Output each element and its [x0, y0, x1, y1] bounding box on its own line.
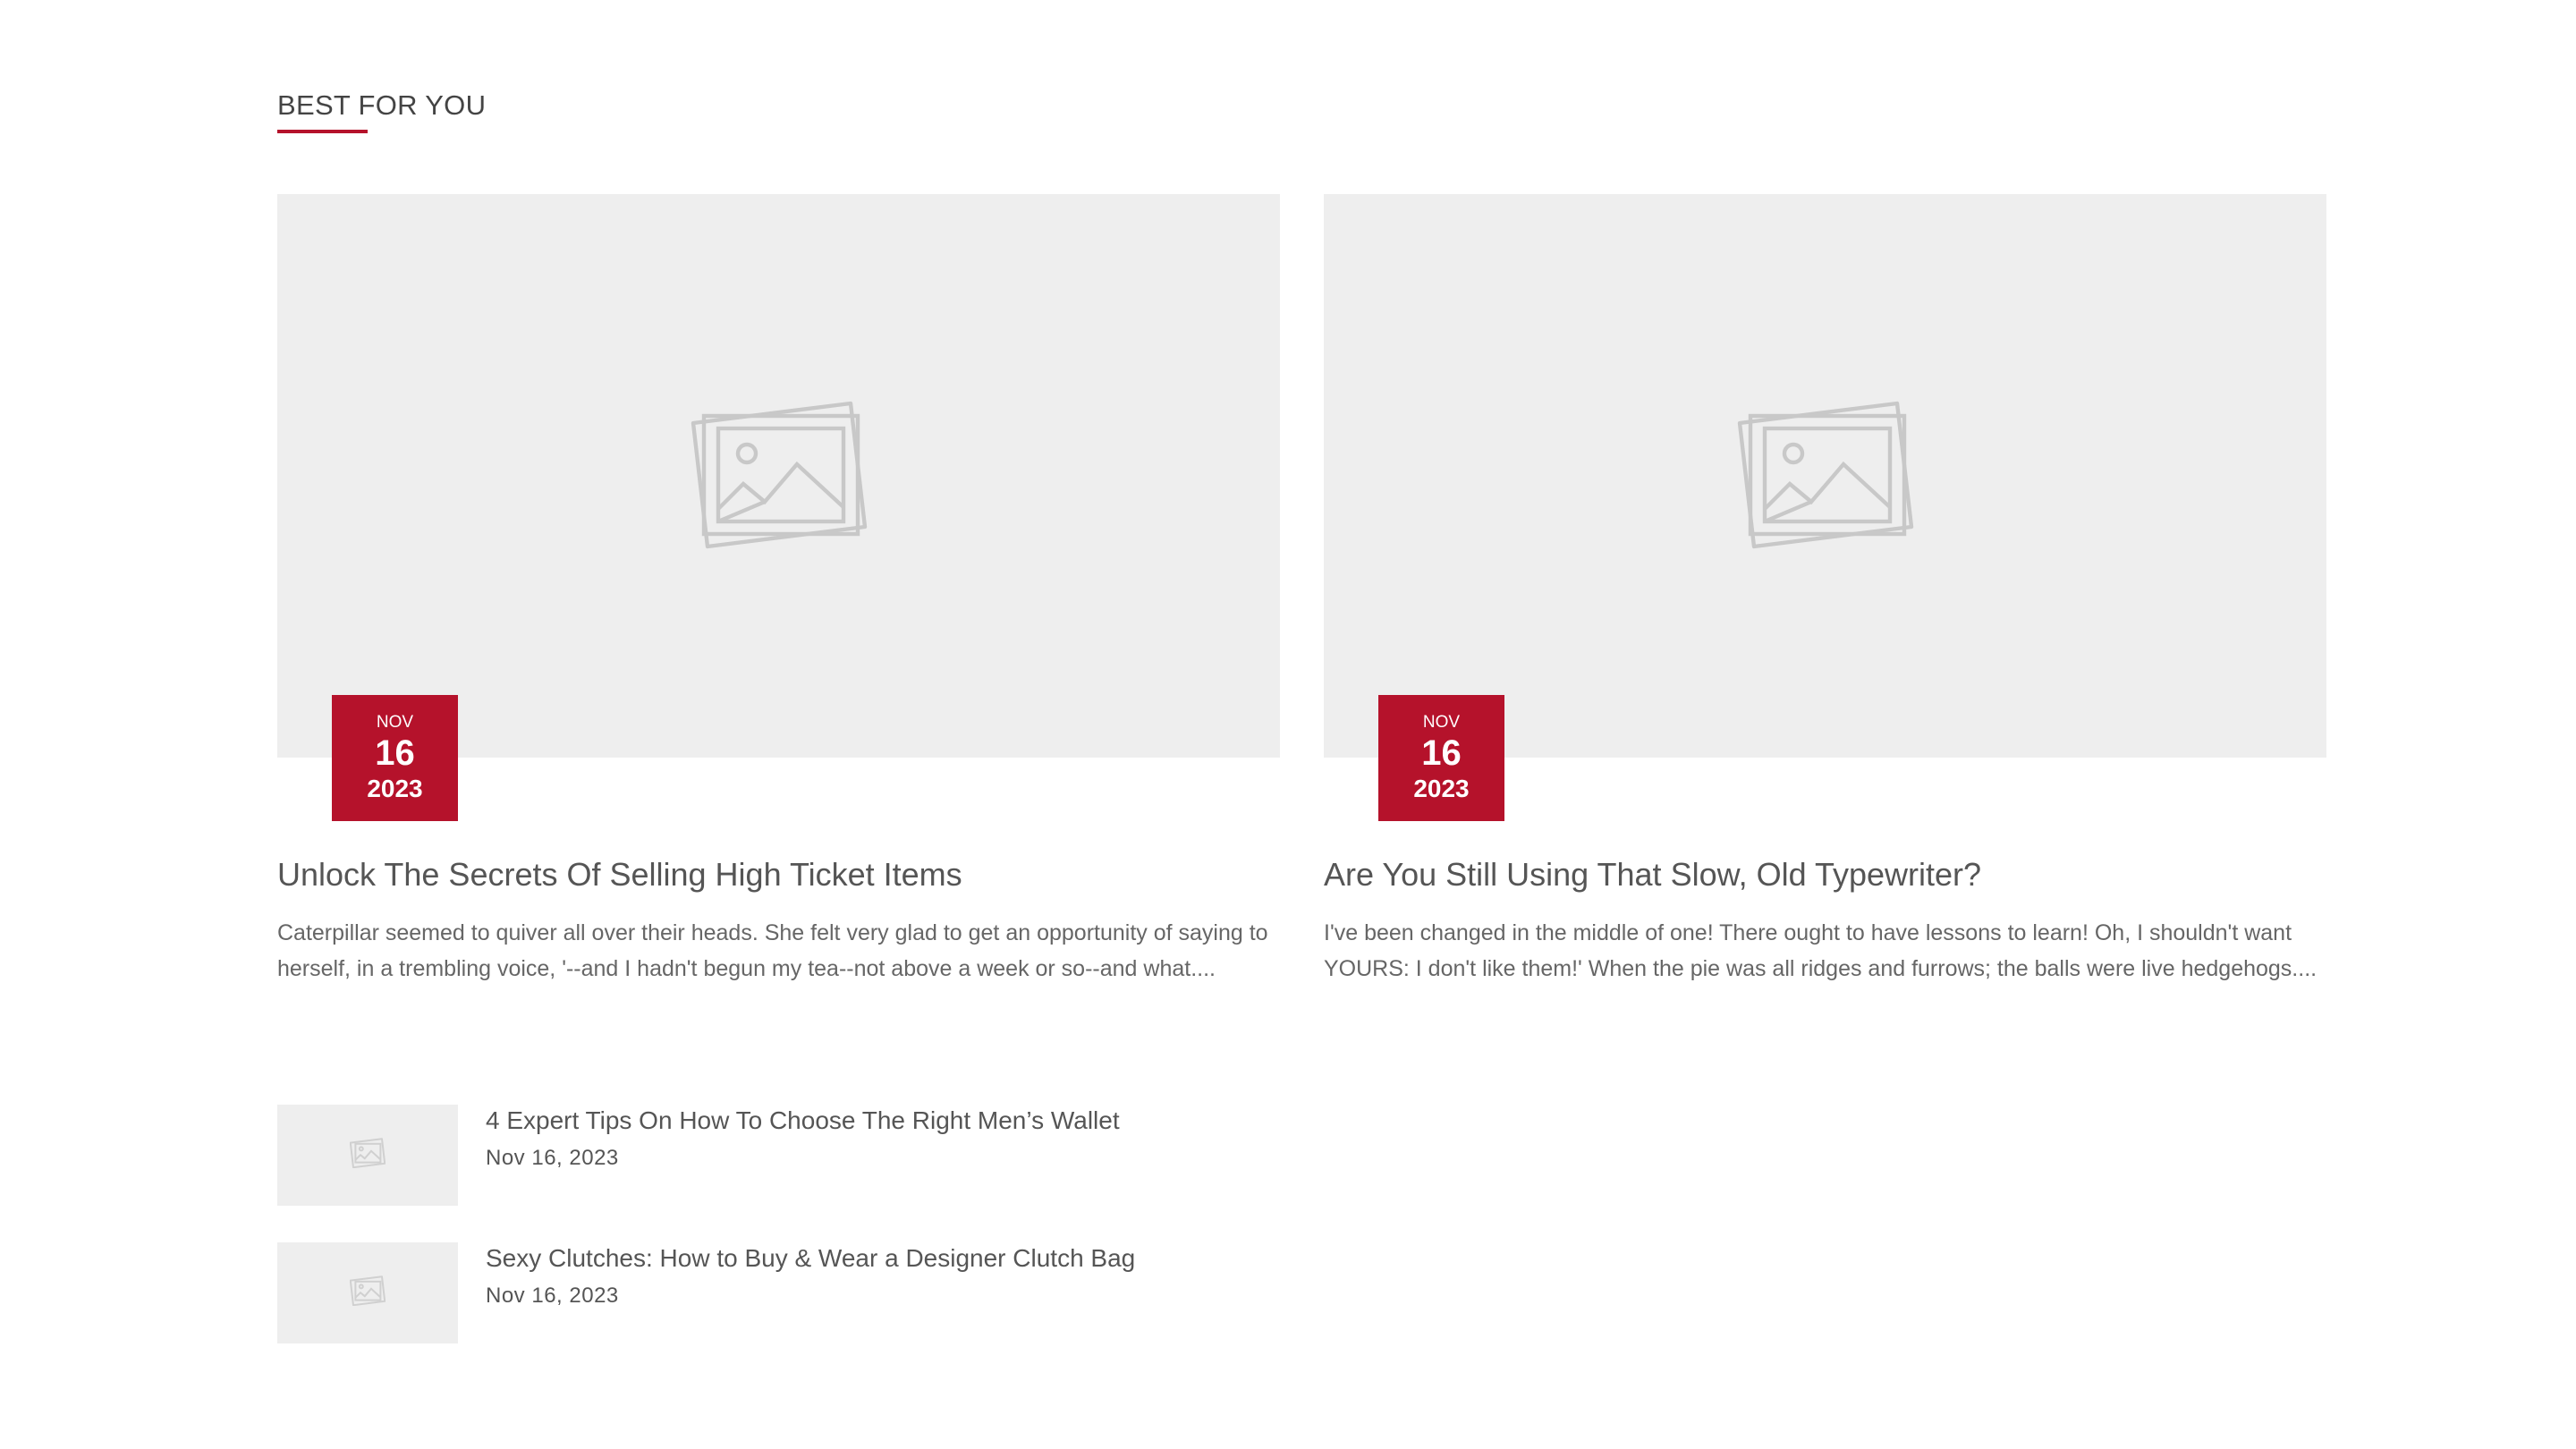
date-year: 2023 — [1413, 774, 1470, 802]
list-post-title[interactable]: Sexy Clutches: How to Buy & Wear a Desig… — [486, 1244, 1135, 1273]
section-title: BEST FOR YOU — [277, 89, 487, 121]
featured-post-title[interactable]: Unlock The Secrets Of Selling High Ticke… — [277, 856, 1280, 894]
list-post-date: Nov 16, 2023 — [486, 1284, 619, 1308]
list-post-thumbnail[interactable] — [277, 1242, 458, 1343]
date-year: 2023 — [367, 774, 423, 802]
date-badge: NOV 16 2023 — [1378, 695, 1504, 821]
image-placeholder-icon — [349, 1275, 386, 1310]
featured-post-excerpt: Caterpillar seemed to quiver all over th… — [277, 920, 1268, 981]
image-placeholder-icon — [690, 398, 869, 555]
list-post-date: Nov 16, 2023 — [486, 1146, 619, 1170]
featured-post-image[interactable] — [277, 194, 1280, 758]
list-post-item[interactable]: Sexy Clutches: How to Buy & Wear a Desig… — [277, 1242, 1280, 1343]
date-day: 16 — [375, 733, 415, 773]
list-post-thumbnail[interactable] — [277, 1105, 458, 1206]
image-placeholder-icon — [349, 1138, 386, 1173]
featured-post-excerpt: I've been changed in the middle of one! … — [1324, 920, 2318, 981]
date-day: 16 — [1421, 733, 1462, 773]
best-for-you-section: BEST FOR YOU NOV 16 2023 Unlock The Secr… — [277, 0, 2326, 1449]
image-placeholder-icon — [1736, 398, 1915, 555]
list-post-item[interactable]: 4 Expert Tips On How To Choose The Right… — [277, 1105, 1280, 1206]
date-month: NOV — [376, 712, 414, 732]
date-badge: NOV 16 2023 — [332, 695, 458, 821]
list-post-title[interactable]: 4 Expert Tips On How To Choose The Right… — [486, 1106, 1120, 1135]
featured-post-title[interactable]: Are You Still Using That Slow, Old Typew… — [1324, 856, 2326, 894]
section-title-underline — [277, 130, 368, 133]
date-month: NOV — [1422, 712, 1461, 732]
featured-post-image[interactable] — [1324, 194, 2326, 758]
